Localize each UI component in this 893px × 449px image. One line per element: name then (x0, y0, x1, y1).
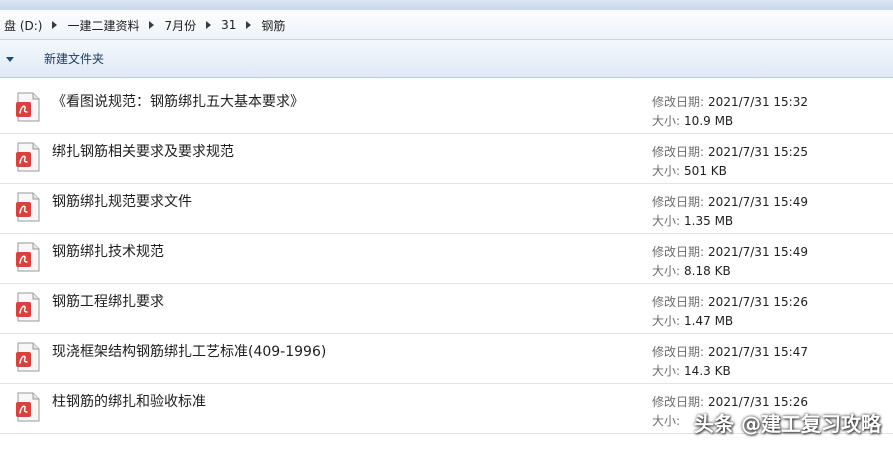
chevron-right-icon[interactable] (246, 21, 252, 29)
modified-date-label: 修改日期: (652, 395, 705, 409)
chevron-right-icon[interactable] (149, 21, 155, 29)
chevron-right-icon[interactable] (206, 21, 212, 29)
modified-date-value: 2021/7/31 15:49 (708, 195, 808, 209)
pdf-file-icon (16, 392, 40, 422)
file-name[interactable]: 钢筋工程绑扎要求 (52, 291, 164, 311)
new-folder-button[interactable]: 新建文件夹 (40, 50, 108, 68)
file-name[interactable]: 现浇框架结构钢筋绑扎工艺标准(409-1996) (52, 341, 326, 361)
breadcrumb: 盘 (D:) 一建二建资料 7月份 31 钢筋 (0, 14, 289, 36)
file-size-value: 10.9 MB (684, 114, 734, 128)
organize-dropdown-icon[interactable] (6, 57, 14, 62)
file-name[interactable]: 《看图说规范：钢筋绑扎五大基本要求》 (52, 91, 304, 111)
modified-date-value: 2021/7/31 15:25 (708, 145, 808, 159)
modified-date-label: 修改日期: (652, 295, 705, 309)
pdf-file-icon (16, 92, 40, 122)
file-size-label: 大小: (652, 264, 681, 278)
file-size: 大小: 1.47 MB (652, 312, 733, 329)
modified-date: 修改日期: 2021/7/31 15:49 (652, 193, 808, 210)
breadcrumb-current[interactable]: 钢筋 (257, 17, 289, 34)
file-row[interactable]: 《看图说规范：钢筋绑扎五大基本要求》 修改日期: 2021/7/31 15:32 大小… (0, 84, 893, 134)
pdf-file-icon (16, 242, 40, 272)
file-name[interactable]: 钢筋绑扎规范要求文件 (52, 191, 192, 211)
file-row[interactable]: 钢筋绑扎规范要求文件 修改日期: 2021/7/31 15:49 大小: 1.35 MB (0, 184, 893, 234)
file-size-label: 大小: (652, 164, 681, 178)
file-size: 大小: 501 KB (652, 162, 727, 179)
file-size-label: 大小: (652, 114, 681, 128)
address-bar[interactable]: 盘 (D:) 一建二建资料 7月份 31 钢筋 (0, 10, 893, 40)
file-size-value: 501 KB (684, 164, 727, 178)
file-size-value: 1.35 MB (684, 214, 734, 228)
file-size-value: 1.47 MB (684, 314, 734, 328)
file-size: 大小: 1.35 MB (652, 212, 733, 229)
breadcrumb-folder-3[interactable]: 31 (217, 18, 240, 32)
chevron-right-icon[interactable] (52, 21, 58, 29)
file-size-label: 大小: (652, 364, 681, 378)
modified-date-value: 2021/7/31 15:32 (708, 95, 808, 109)
file-size: 大小: 14.3 KB (652, 362, 731, 379)
window-top-strip (0, 0, 893, 10)
file-size-label: 大小: (652, 414, 681, 428)
modified-date: 修改日期: 2021/7/31 15:26 (652, 293, 808, 310)
modified-date-label: 修改日期: (652, 195, 705, 209)
file-row[interactable]: 钢筋绑扎技术规范 修改日期: 2021/7/31 15:49 大小: 8.18 KB (0, 234, 893, 284)
file-name[interactable]: 绑扎钢筋相关要求及要求规范 (52, 141, 234, 161)
file-row[interactable]: 现浇框架结构钢筋绑扎工艺标准(409-1996) 修改日期: 2021/7/31 1… (0, 334, 893, 384)
watermark: 头条 @建工复习攻略 (694, 412, 881, 436)
modified-date-value: 2021/7/31 15:49 (708, 245, 808, 259)
file-size: 大小: (652, 412, 684, 429)
file-row[interactable]: 绑扎钢筋相关要求及要求规范 修改日期: 2021/7/31 15:25 大小: 501 … (0, 134, 893, 184)
breadcrumb-drive[interactable]: 盘 (D:) (0, 17, 46, 34)
modified-date-value: 2021/7/31 15:47 (708, 345, 808, 359)
file-size-label: 大小: (652, 214, 681, 228)
command-toolbar: 新建文件夹 (0, 40, 893, 78)
file-row[interactable]: 钢筋工程绑扎要求 修改日期: 2021/7/31 15:26 大小: 1.47 MB (0, 284, 893, 334)
breadcrumb-folder-2[interactable]: 7月份 (160, 17, 200, 34)
file-size-label: 大小: (652, 314, 681, 328)
pdf-file-icon (16, 142, 40, 172)
file-size-value: 14.3 KB (684, 364, 731, 378)
modified-date-label: 修改日期: (652, 95, 705, 109)
file-size-value: 8.18 KB (684, 264, 731, 278)
file-name[interactable]: 钢筋绑扎技术规范 (52, 241, 164, 261)
file-name[interactable]: 柱钢筋的绑扎和验收标准 (52, 391, 206, 411)
modified-date-label: 修改日期: (652, 145, 705, 159)
modified-date-value: 2021/7/31 15:26 (708, 395, 808, 409)
pdf-file-icon (16, 292, 40, 322)
modified-date-value: 2021/7/31 15:26 (708, 295, 808, 309)
modified-date: 修改日期: 2021/7/31 15:32 (652, 93, 808, 110)
breadcrumb-folder-1[interactable]: 一建二建资料 (63, 17, 143, 34)
modified-date: 修改日期: 2021/7/31 15:25 (652, 143, 808, 160)
modified-date: 修改日期: 2021/7/31 15:47 (652, 343, 808, 360)
file-size: 大小: 8.18 KB (652, 262, 731, 279)
file-list: 《看图说规范：钢筋绑扎五大基本要求》 修改日期: 2021/7/31 15:32 大小… (0, 84, 893, 434)
pdf-file-icon (16, 192, 40, 222)
modified-date-label: 修改日期: (652, 245, 705, 259)
file-size: 大小: 10.9 MB (652, 112, 733, 129)
modified-date-label: 修改日期: (652, 345, 705, 359)
modified-date: 修改日期: 2021/7/31 15:49 (652, 243, 808, 260)
pdf-file-icon (16, 342, 40, 372)
